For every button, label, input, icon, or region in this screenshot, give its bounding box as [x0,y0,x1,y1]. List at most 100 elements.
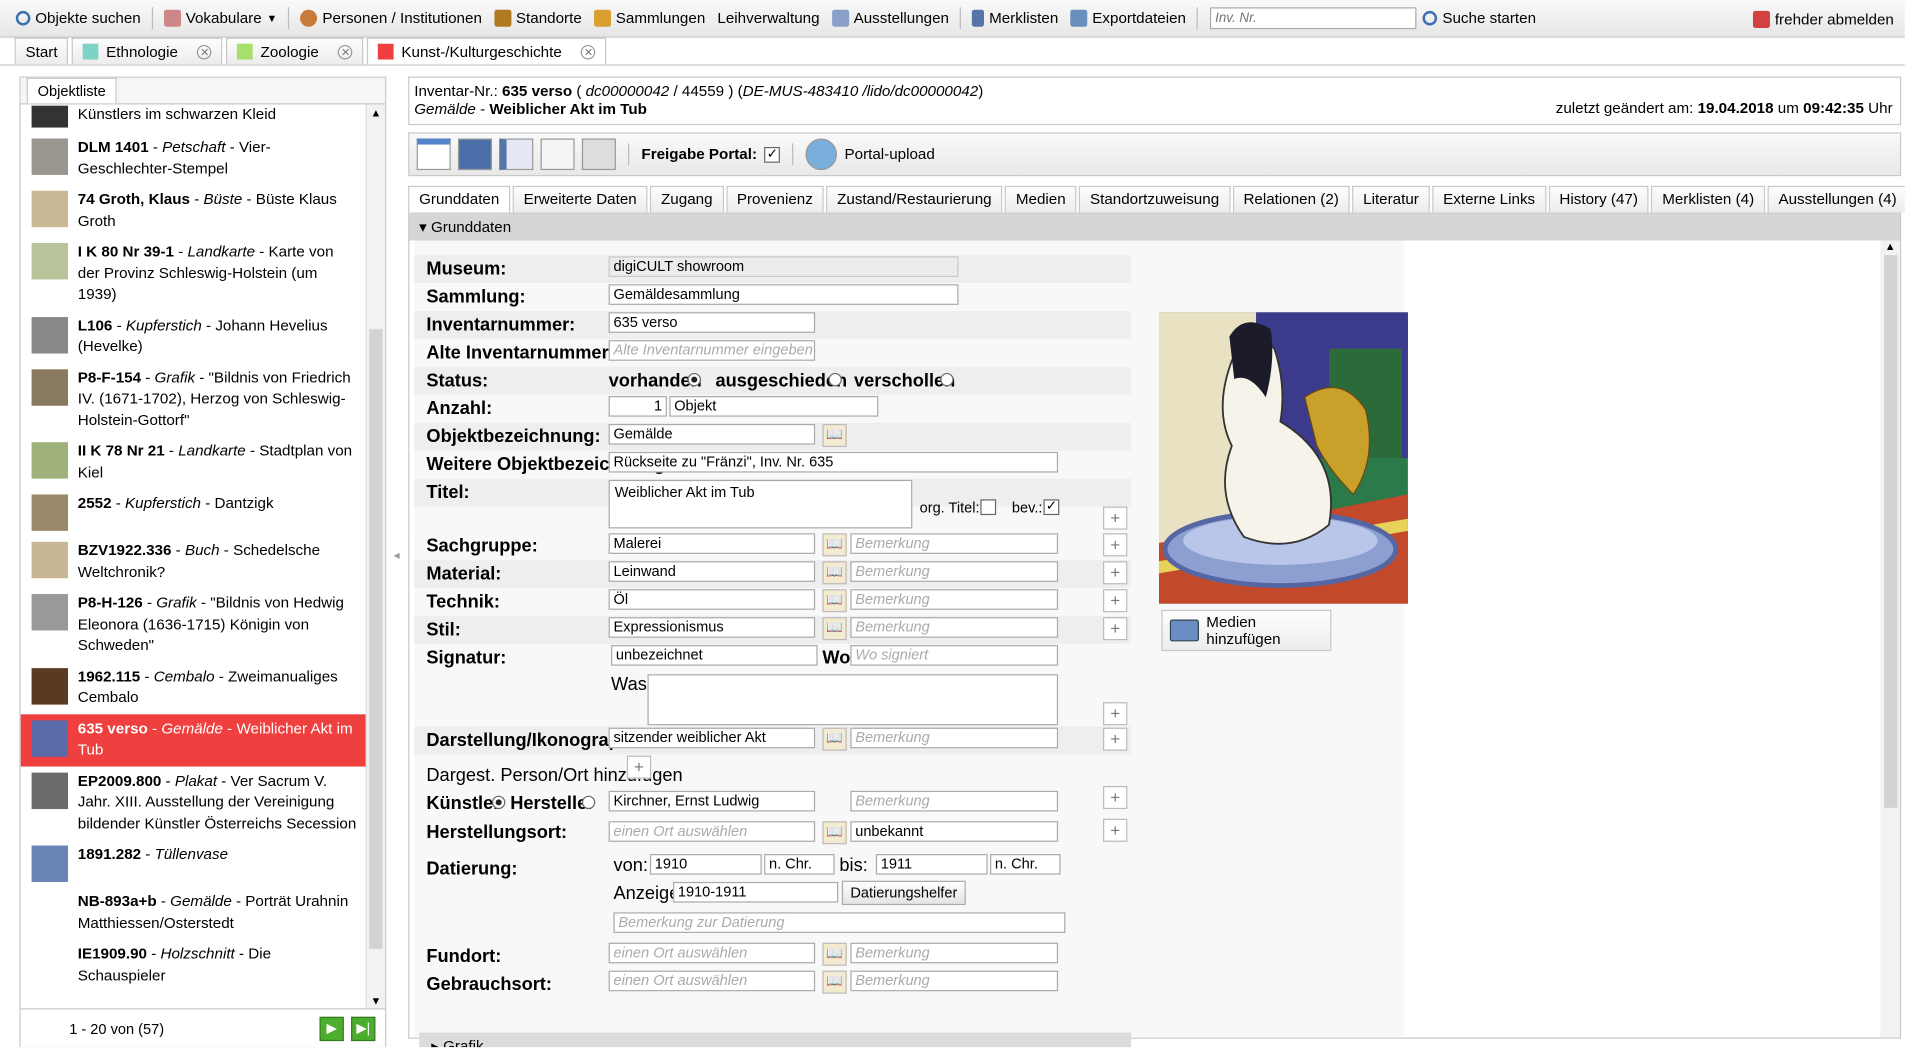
weitere-objektbezeichnung-field[interactable]: Rückseite zu "Fränzi", Inv. Nr. 635 [608,451,1059,473]
subtab-provenienz[interactable]: Provenienz [725,185,824,213]
sachgruppe-bemerkung-field[interactable]: Bemerkung [850,533,1059,554]
scroll-down-icon[interactable]: ▼ [371,995,382,1007]
list-scrollbar[interactable]: ▲ ▼ [365,104,386,1010]
form-scrollbar[interactable]: ▲ [1880,240,1900,1038]
datierungshelfer-button[interactable]: Datierungshelfer [841,880,966,906]
locations-button[interactable]: Standorte [488,5,588,32]
museum-field[interactable]: digiCULT showroom [608,256,959,277]
freigabe-checkbox[interactable]: ✓ [764,146,781,163]
herstellungsort-bemerkung-field[interactable]: unbekannt [850,821,1059,842]
inv-number-input[interactable] [1210,7,1417,30]
kuenstler-radio[interactable] [491,795,506,810]
datierung-anzeige-field[interactable]: 1910-1911 [672,881,839,903]
section-grafik[interactable]: ▸ Grafik [419,1032,1131,1048]
book-icon[interactable]: 📖 [822,727,847,751]
portal-upload-button[interactable]: Portal-upload [844,146,934,163]
list-item[interactable]: EP2009.800 - Plakat - Ver Sacrum V. Jahr… [21,766,367,839]
loans-button[interactable]: Leihverwaltung [711,5,825,32]
add-button[interactable]: + [1103,785,1128,810]
search-objects-button[interactable]: Objekte suchen [10,5,147,32]
subtab-merklisten-4-[interactable]: Merklisten (4) [1651,185,1766,213]
list-item[interactable]: DLM 1401 - Petschaft - Vier-Geschlechter… [21,132,367,184]
was-field[interactable] [647,674,1059,726]
last-page-button[interactable]: ▶| [351,1016,376,1041]
gebrauchsort-select[interactable]: einen Ort auswählen [608,970,816,992]
inventarnummer-field[interactable]: 635 verso [608,312,816,333]
copy-icon[interactable] [540,138,575,171]
subtab-erweiterte-daten[interactable]: Erweiterte Daten [512,185,648,213]
stil-select[interactable]: Expressionismus [608,617,816,638]
list-item[interactable]: L106 - Kupferstich - Johann Hevelius (He… [21,310,367,362]
darstellung-select[interactable]: sitzender weiblicher Akt [608,727,816,749]
datierung-von-field[interactable]: 1910 [649,854,762,875]
book-icon[interactable]: 📖 [822,942,847,966]
kuenstler-select[interactable]: Kirchner, Ernst Ludwig [608,790,816,812]
scroll-up-icon[interactable]: ▲ [367,107,385,119]
add-button[interactable]: + [1103,617,1128,641]
add-button[interactable]: + [1103,561,1128,585]
add-button[interactable]: + [1103,702,1128,726]
status-vorhanden-radio[interactable] [687,372,701,387]
tab-ethnologie[interactable]: Ethnologie ✕ [72,37,223,65]
fundort-bemerkung-field[interactable]: Bemerkung [850,942,1059,964]
new-record-icon[interactable] [416,138,451,171]
collections-button[interactable]: Sammlungen [588,5,711,32]
add-button[interactable]: + [1103,533,1128,557]
titel-field[interactable]: Weiblicher Akt im Tub [608,479,913,529]
collapse-handle[interactable]: ◂ [394,549,400,562]
datierung-von-era-select[interactable]: n. Chr. [764,854,835,875]
object-image[interactable] [1158,312,1408,604]
book-icon[interactable]: 📖 [822,617,847,641]
close-icon[interactable]: ✕ [197,44,212,59]
anzahl-unit-select[interactable]: Objekt [669,396,879,417]
list-item[interactable]: II K 78 Nr 21 - Landkarte - Stadtplan vo… [21,436,367,488]
gebrauchsort-bemerkung-field[interactable]: Bemerkung [850,970,1059,992]
book-icon[interactable]: 📖 [822,533,847,557]
list-item[interactable]: NB-893a+b - Gemälde - Porträt Urahnin Ma… [21,887,367,939]
anzahl-field[interactable]: 1 [608,396,667,417]
list-item[interactable]: P8-H-126 - Grafik - "Bildnis von Hedwig … [21,588,367,661]
subtab-grunddaten[interactable]: Grunddaten [408,185,511,213]
sammlung-select[interactable]: Gemäldesammlung [608,284,959,305]
material-select[interactable]: Leinwand [608,561,816,582]
persons-button[interactable]: Personen / Institutionen [294,5,488,32]
list-item[interactable]: BZV1922.336 - Buch - Schedelsche Weltchr… [21,536,367,588]
subtab-history-47-[interactable]: History (47) [1548,185,1649,213]
bev-checkbox[interactable]: ✓ [1043,499,1060,516]
save-icon[interactable] [457,138,492,171]
subtab-relationen-2-[interactable]: Relationen (2) [1232,185,1350,213]
book-icon[interactable]: 📖 [822,561,847,585]
subtab-externe-links[interactable]: Externe Links [1432,185,1547,213]
exhibitions-button[interactable]: Ausstellungen [826,5,955,32]
tab-start[interactable]: Start [14,37,69,65]
objektbezeichnung-select[interactable]: Gemälde [608,423,816,445]
kuenstler-bemerkung-field[interactable]: Bemerkung [850,790,1059,812]
book-icon[interactable]: 📖 [822,589,847,613]
fundort-select[interactable]: einen Ort auswählen [608,942,816,964]
start-search-button[interactable]: Suche starten [1417,5,1542,32]
herstellungsort-select[interactable]: einen Ort auswählen [608,821,816,842]
add-button[interactable]: + [1103,589,1128,613]
scroll-thumb[interactable] [369,329,383,949]
material-bemerkung-field[interactable]: Bemerkung [850,561,1059,582]
logout-button[interactable]: frehder abmelden [1747,6,1900,33]
datierung-bis-field[interactable]: 1911 [875,854,988,875]
list-item[interactable]: IE1909.90 - Holzschnitt - Die Schauspiel… [21,939,367,991]
scroll-thumb[interactable] [1884,255,1898,808]
list-item[interactable]: 635 verso - Gemälde - Weiblicher Akt im … [20,713,367,766]
print-icon[interactable] [581,138,616,171]
close-icon[interactable]: ✕ [338,44,353,59]
book-icon[interactable]: 📖 [822,821,847,845]
darstellung-bemerkung-field[interactable]: Bemerkung [850,727,1059,749]
tab-zoologie[interactable]: Zoologie ✕ [226,37,364,65]
exports-button[interactable]: Exportdateien [1064,5,1192,32]
book-icon[interactable]: 📖 [822,423,847,448]
hersteller-radio[interactable] [581,795,596,810]
book-icon[interactable]: 📖 [822,970,847,994]
wo-signiert-field[interactable]: Wo signiert [850,645,1059,666]
subtab-literatur[interactable]: Literatur [1352,185,1430,213]
list-item[interactable]: Künstlers im schwarzen Kleid [21,104,367,132]
subtab-standortzuweisung[interactable]: Standortzuweisung [1079,185,1231,213]
subtab-ausstellungen-4-[interactable]: Ausstellungen (4) [1767,185,1905,213]
add-button[interactable]: + [1103,506,1128,530]
